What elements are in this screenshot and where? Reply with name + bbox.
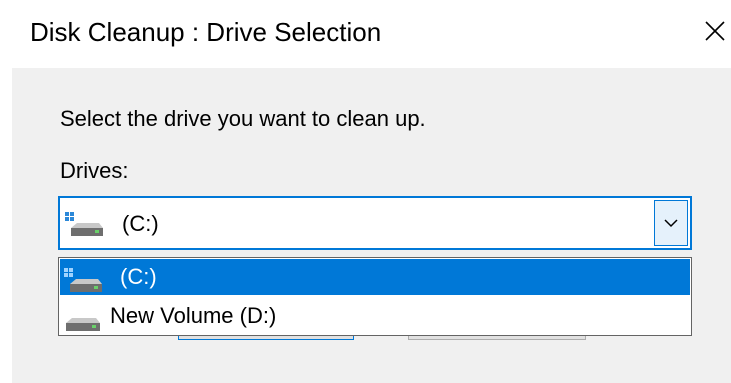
dropdown-item-d[interactable]: New Volume (D:): [60, 298, 690, 334]
dropdown-item-label: New Volume (D:): [110, 303, 277, 328]
drives-label: Drives:: [60, 158, 129, 183]
close-icon: [705, 21, 725, 41]
drives-combobox[interactable]: (C:): [58, 196, 692, 250]
title-bar: Disk Cleanup : Drive Selection: [0, 0, 731, 66]
ok-button[interactable]: [178, 336, 354, 340]
close-button[interactable]: [700, 16, 730, 46]
instruction-text: Select the drive you want to clean up.: [60, 106, 426, 131]
chevron-down-icon: [664, 219, 678, 228]
dropdown-item-c[interactable]: (C:): [60, 259, 690, 295]
system-drive-icon: [65, 210, 105, 245]
selected-drive: (C:): [122, 211, 159, 236]
drives-dropdown-list: (C:) New Volume (D:): [58, 257, 692, 336]
drive-icon: [64, 307, 104, 342]
dropdown-item-label: (C:): [120, 264, 157, 289]
dropdown-button[interactable]: [654, 200, 688, 246]
window-title: Disk Cleanup : Drive Selection: [30, 17, 382, 47]
cancel-button[interactable]: [408, 336, 586, 340]
